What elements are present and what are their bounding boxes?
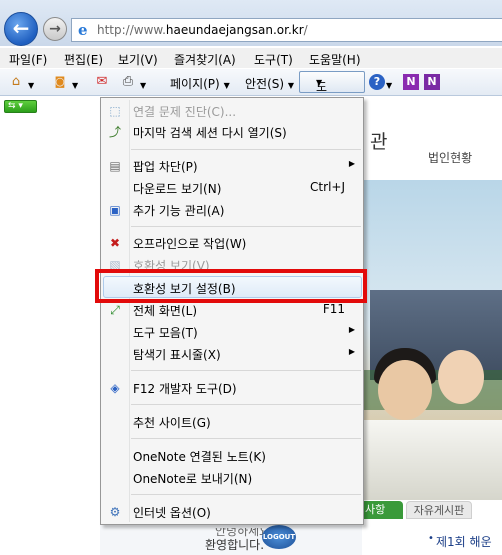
reopen-session-icon: ⤴ [108, 125, 121, 139]
submenu-arrow-icon: ▶ [348, 325, 355, 334]
print-dropdown-icon[interactable]: ▼ [140, 77, 146, 91]
menu-item-onenote-linked[interactable]: OneNote 연결된 노트(K) [101, 445, 363, 466]
rss-icon[interactable]: ◙ [52, 74, 68, 90]
menu-item-manage-addons[interactable]: ▣ 추가 기능 관리(A) [101, 199, 363, 220]
submenu-arrow-icon: ▶ [348, 347, 355, 356]
menu-item-explorer-bars[interactable]: 탐색기 표시줄(X) ▶ [101, 343, 363, 364]
submenu-arrow-icon: ▶ [348, 159, 355, 168]
welcome-text: 환영합니다. [205, 538, 265, 552]
rss-dropdown-icon[interactable]: ▼ [72, 77, 78, 91]
back-arrow-icon[interactable]: ← [4, 12, 38, 46]
home-icon[interactable]: ⌂ [8, 74, 24, 90]
menu-item-send-to-onenote[interactable]: OneNote로 보내기(N) [101, 467, 363, 488]
page-left-area: ⇆ ▾ [0, 97, 100, 555]
menu-item-internet-options[interactable]: ⚙ 인터넷 옵션(O) [101, 501, 363, 522]
addons-icon: ▣ [109, 203, 121, 217]
page-menu-button[interactable]: 페이지(P) ▼ [170, 75, 230, 92]
menu-separator [131, 226, 361, 227]
dev-tools-icon: ◈ [110, 381, 120, 395]
mail-icon[interactable]: ✉ [94, 74, 110, 90]
offline-icon: ✖ [109, 236, 121, 250]
menu-tools[interactable]: 도구(T) [254, 51, 293, 68]
menu-separator [131, 438, 361, 439]
internet-options-icon: ⚙ [109, 505, 121, 519]
tools-menu-button[interactable]: 도구(O) ▼ [299, 71, 365, 126]
diagnose-icon: ⬚ [109, 104, 121, 118]
help-dropdown-icon[interactable]: ▼ [386, 77, 392, 91]
popup-blocker-icon: ▤ [109, 159, 121, 173]
menu-item-dev-tools[interactable]: ◈ F12 개발자 도구(D) [101, 377, 363, 398]
url-input[interactable]: e http://www.haeundaejangsan.or.kr/ [71, 18, 502, 42]
command-bar: ⌂ ▼ ◙ ▼ ✉ ⎙ ▼ 페이지(P) ▼ 안전(S) ▼ 도구(O) ▼ ?… [0, 69, 502, 126]
safety-menu-button[interactable]: 안전(S) ▼ [245, 75, 294, 92]
menu-item-view-downloads[interactable]: 다운로드 보기(N) Ctrl+J [101, 177, 363, 198]
menu-file[interactable]: 파일(F) [9, 51, 47, 68]
menu-separator [131, 370, 361, 371]
address-bar-row: ← → e http://www.haeundaejangsan.or.kr/ [0, 0, 502, 46]
menu-help[interactable]: 도움말(H) [309, 51, 361, 68]
tab-free-board[interactable]: 자유게시판 [406, 501, 472, 519]
menu-favorites[interactable]: 즐겨찾기(A) [174, 51, 236, 68]
tools-dropdown-menu: ⬚ 연결 문제 진단(C)... ⤴ 마지막 검색 세션 다시 열기(S) ▤ … [100, 97, 364, 525]
hero-image [362, 180, 502, 500]
menu-item-suggested-sites[interactable]: 추천 사이트(G) [101, 411, 363, 432]
logout-button[interactable]: LOGOUT [262, 525, 296, 549]
menu-item-reopen-session[interactable]: ⤴ 마지막 검색 세션 다시 열기(S) [101, 121, 363, 142]
print-icon[interactable]: ⎙ [120, 74, 136, 90]
menu-separator [131, 404, 361, 405]
nav-link-corporate[interactable]: 법인현황 [428, 149, 472, 166]
annotation-highlight-box [95, 269, 367, 303]
onenote-send-icon[interactable]: N [424, 74, 440, 90]
menu-item-work-offline[interactable]: ✖ 오프라인으로 작업(W) [101, 232, 363, 253]
home-dropdown-icon[interactable]: ▼ [28, 77, 34, 91]
forward-arrow-icon[interactable]: → [43, 17, 67, 41]
menu-separator [131, 494, 361, 495]
url-text: http://www.haeundaejangsan.or.kr/ [97, 23, 308, 37]
notice-bullet-icon: • [428, 533, 434, 544]
menu-edit[interactable]: 편집(E) [64, 51, 103, 68]
onenote-icon[interactable]: N [403, 74, 419, 90]
menu-item-popup-blocker[interactable]: ▤ 팝업 차단(P) ▶ [101, 155, 363, 176]
menu-bar: 파일(F) 편집(E) 보기(V) 즐겨찾기(A) 도구(T) 도움말(H) [0, 48, 502, 68]
site-header-title: 관 [370, 131, 388, 153]
menu-item-toolbars[interactable]: 도구 모음(T) ▶ [101, 321, 363, 342]
menu-separator [131, 149, 361, 150]
notice-list-item[interactable]: 제1회 해운 [436, 533, 492, 550]
menu-view[interactable]: 보기(V) [118, 51, 158, 68]
fullscreen-icon: ⤢ [110, 303, 120, 317]
ie-page-icon: e [78, 21, 88, 39]
site-toggle-icon[interactable]: ⇆ ▾ [4, 100, 37, 113]
help-icon[interactable]: ? [369, 74, 385, 90]
menu-item-diagnose[interactable]: ⬚ 연결 문제 진단(C)... [101, 100, 363, 121]
